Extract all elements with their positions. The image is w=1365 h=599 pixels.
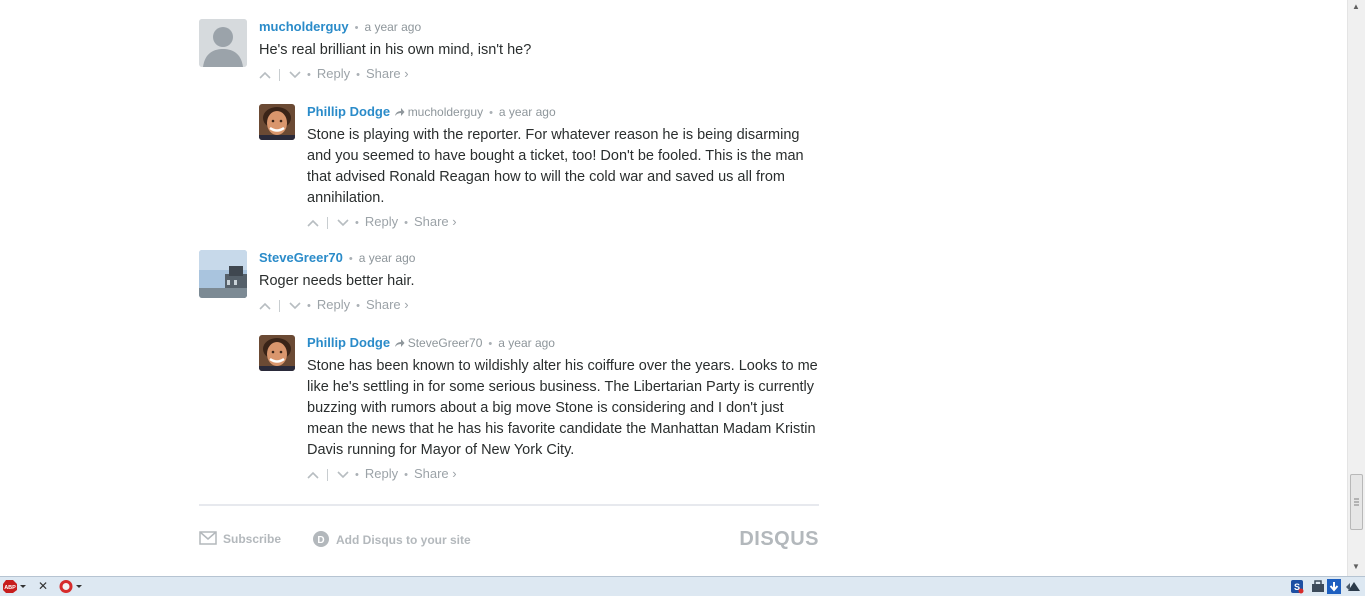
comment: SteveGreer70 • a year ago Roger needs bett… xyxy=(199,250,819,312)
separator-dot: • xyxy=(307,300,311,312)
comment-actions: • Reply • Share › xyxy=(307,465,819,483)
separator-dot: • xyxy=(356,69,360,81)
separator-dot: • xyxy=(307,69,311,81)
grip-icon xyxy=(1354,498,1359,506)
extension-icon[interactable]: S xyxy=(1290,579,1304,594)
avatar[interactable] xyxy=(259,335,295,371)
comment-text: Roger needs better hair. xyxy=(259,273,415,289)
comment-text: Stone is playing with the reporter. For … xyxy=(307,127,804,206)
separator-dot: • xyxy=(355,217,359,229)
separator-dot: • xyxy=(354,22,359,34)
reply-to-user[interactable]: SteveGreer70 xyxy=(408,336,483,350)
scroll-thumb[interactable] xyxy=(1350,474,1363,530)
footer-divider xyxy=(199,504,819,506)
comment-actions: • Reply • Share › xyxy=(259,65,819,83)
comment: mucholderguy • a year ago He's real brilli… xyxy=(199,19,819,81)
add-disqus-label: Add Disqus to your site xyxy=(336,533,471,547)
downvote-icon[interactable] xyxy=(289,301,301,311)
reply-button[interactable]: Reply xyxy=(317,66,350,81)
comment-time[interactable]: a year ago xyxy=(364,20,421,34)
comment-author[interactable]: Phillip Dodge xyxy=(307,335,390,350)
comment-time[interactable]: a year ago xyxy=(359,251,416,265)
svg-text:D: D xyxy=(317,535,324,546)
disqus-logo[interactable]: DISQUS xyxy=(739,528,819,551)
comment: Phillip Dodge mucholderguy • a year ago St… xyxy=(259,104,819,229)
upvote-icon[interactable] xyxy=(307,470,319,480)
share-button[interactable]: Share › xyxy=(366,66,409,81)
reply-button[interactable]: Reply xyxy=(365,466,398,481)
comment-actions: • Reply • Share › xyxy=(307,213,819,231)
comment-author[interactable]: SteveGreer70 xyxy=(259,250,343,265)
disqus-footer: Subscribe D Add Disqus to your site DISQ… xyxy=(199,528,819,551)
divider xyxy=(327,216,328,229)
upvote-icon[interactable] xyxy=(307,218,319,228)
close-icon[interactable]: ✕ xyxy=(38,579,50,594)
subscribe-link[interactable]: Subscribe xyxy=(199,530,281,548)
comment-time[interactable]: a year ago xyxy=(499,105,556,119)
avatar[interactable] xyxy=(199,19,247,67)
adblock-label: ABP xyxy=(4,585,16,591)
comment-author[interactable]: mucholderguy xyxy=(259,19,349,34)
share-button[interactable]: Share › xyxy=(366,297,409,312)
share-button[interactable]: Share › xyxy=(414,214,457,229)
comment: Phillip Dodge SteveGreer70 • a year ago St… xyxy=(259,335,819,481)
vertical-scrollbar[interactable]: ▲ ▼ xyxy=(1347,0,1365,576)
briefcase-icon[interactable] xyxy=(1311,579,1325,594)
avatar[interactable] xyxy=(199,250,247,298)
download-icon[interactable] xyxy=(1327,579,1341,594)
reply-button[interactable]: Reply xyxy=(317,297,350,312)
reply-arrow-icon xyxy=(394,339,405,347)
separator-dot: • xyxy=(404,469,408,481)
downvote-icon[interactable] xyxy=(337,218,349,228)
reply-arrow-icon xyxy=(394,108,405,116)
reply-to-user[interactable]: mucholderguy xyxy=(408,105,483,119)
divider xyxy=(279,68,280,81)
downvote-icon[interactable] xyxy=(289,70,301,80)
upvote-icon[interactable] xyxy=(259,70,271,80)
separator-dot: • xyxy=(355,469,359,481)
scroll-up-icon[interactable]: ▲ xyxy=(1352,2,1360,11)
upvote-icon[interactable] xyxy=(259,301,271,311)
addon-button[interactable] xyxy=(58,579,84,594)
comment-text: Stone has been known to wildishly alter … xyxy=(307,358,818,458)
reply-button[interactable]: Reply xyxy=(365,214,398,229)
divider xyxy=(327,468,328,481)
comment-time[interactable]: a year ago xyxy=(498,336,555,350)
scroll-down-icon[interactable]: ▼ xyxy=(1352,562,1360,571)
share-button[interactable]: Share › xyxy=(414,466,457,481)
comment-author[interactable]: Phillip Dodge xyxy=(307,104,390,119)
browser-status-bar: ABP ✕ S xyxy=(0,576,1365,596)
downvote-icon[interactable] xyxy=(337,470,349,480)
divider xyxy=(279,299,280,312)
envelope-icon xyxy=(199,531,217,545)
separator-dot: • xyxy=(404,217,408,229)
separator-dot: • xyxy=(489,107,493,119)
notification-icon[interactable] xyxy=(1346,579,1362,594)
disqus-d-icon: D xyxy=(313,531,329,547)
comment-text: He's real brilliant in his own mind, isn… xyxy=(259,42,532,58)
add-disqus-link[interactable]: D Add Disqus to your site xyxy=(312,530,471,549)
comment-actions: • Reply • Share › xyxy=(259,296,819,314)
separator-dot: • xyxy=(356,300,360,312)
avatar[interactable] xyxy=(259,104,295,140)
adblock-button[interactable]: ABP xyxy=(2,579,28,594)
subscribe-label: Subscribe xyxy=(223,532,282,546)
adblock-icon: ABP xyxy=(3,580,26,593)
separator-dot: • xyxy=(488,338,493,350)
separator-dot: • xyxy=(348,253,353,265)
addon-icon xyxy=(59,580,82,593)
